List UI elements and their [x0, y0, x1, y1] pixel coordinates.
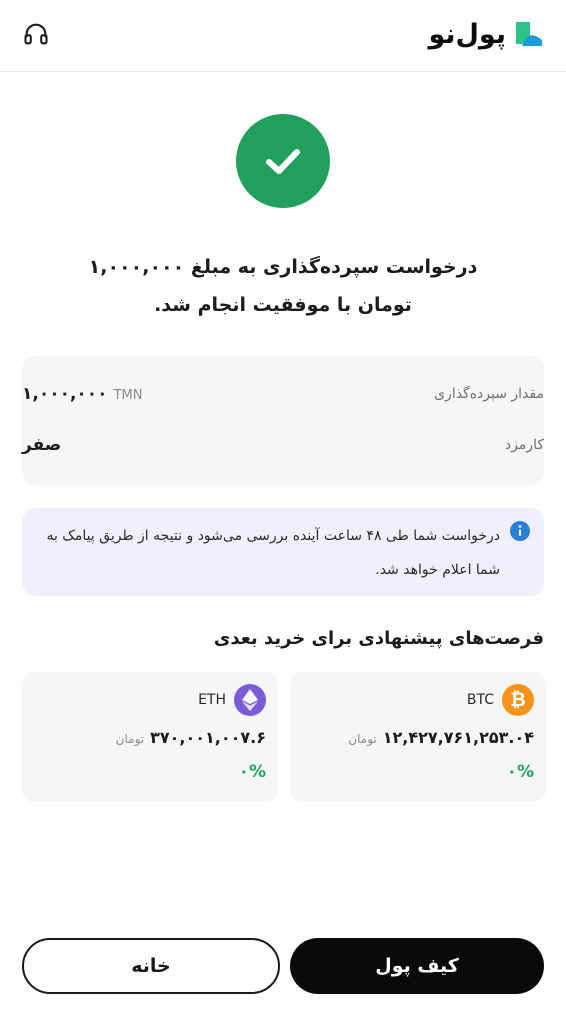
brand[interactable]: پول‌نو	[428, 14, 544, 54]
info-notice: درخواست شما طی ۴۸ ساعت آینده بررسی می‌شو…	[22, 508, 544, 596]
brand-name: پول‌نو	[428, 18, 506, 50]
fee-row: کارمزد صفر	[22, 428, 544, 462]
coin-head: ETH	[198, 684, 266, 716]
deposit-amount: ۱,۰۰۰,۰۰۰ TMN	[22, 384, 142, 404]
fee-value: صفر	[22, 435, 62, 455]
coin-symbol: ETH	[198, 692, 226, 708]
check-icon	[266, 149, 300, 174]
coin-unit: تومان	[348, 732, 377, 746]
success-message-line1: درخواست سپرده‌گذاری به مبلغ ۱,۰۰۰,۰۰۰	[88, 256, 478, 278]
coin-change: ۰%	[506, 762, 534, 782]
details-card	[22, 356, 544, 486]
home-button[interactable]: خانه	[22, 938, 280, 994]
success-badge	[236, 114, 330, 208]
coin-price: ۱۲,۴۲۷,۷۶۱,۲۵۳.۰۴	[382, 728, 534, 747]
top-bar: پول‌نو	[0, 0, 566, 72]
ethereum-icon	[234, 684, 266, 716]
fee-label: کارمزد	[504, 437, 544, 453]
deposit-label: مقدار سپرده‌گذاری	[434, 386, 544, 402]
brand-logo-icon	[516, 22, 542, 46]
coin-price-row: ۱۲,۴۲۷,۷۶۱,۲۵۳.۰۴ تومان	[348, 728, 534, 747]
suggestions-title: فرصت‌های پیشنهادی برای خرید بعدی	[213, 628, 544, 649]
deposit-row: مقدار سپرده‌گذاری ۱,۰۰۰,۰۰۰ TMN	[22, 377, 544, 411]
deposit-unit: TMN	[113, 388, 143, 403]
coin-change: ۰%	[238, 762, 266, 782]
deposit-value: ۱,۰۰۰,۰۰۰	[22, 384, 108, 404]
coin-head: ₿ BTC	[467, 684, 534, 716]
success-message-line2: تومان با موفقیت انجام شد.	[154, 294, 412, 316]
coin-symbol: BTC	[466, 692, 494, 708]
coin-price: ۳۷۰,۰۰۱,۰۰۷.۶	[150, 728, 266, 747]
info-icon	[510, 521, 530, 541]
coin-unit: تومان	[115, 732, 145, 746]
headset-icon[interactable]	[20, 18, 52, 50]
coin-card-eth[interactable]: ETH ۳۷۰,۰۰۱,۰۰۷.۶ تومان ۰%	[22, 672, 278, 802]
coin-card-btc[interactable]: ₿ BTC ۱۲,۴۲۷,۷۶۱,۲۵۳.۰۴ تومان ۰%	[290, 672, 546, 802]
bitcoin-icon: ₿	[502, 684, 534, 716]
info-text: درخواست شما طی ۴۸ ساعت آینده بررسی می‌شو…	[46, 528, 500, 578]
wallet-button[interactable]: کیف پول	[290, 938, 544, 994]
coin-price-row: ۳۷۰,۰۰۱,۰۰۷.۶ تومان	[116, 728, 266, 747]
